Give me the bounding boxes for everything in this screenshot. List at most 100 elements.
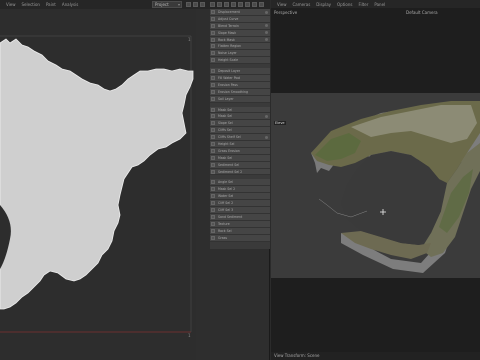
list-item[interactable]: Cliff Sel 3 bbox=[210, 207, 270, 214]
checkbox-icon[interactable] bbox=[211, 148, 215, 153]
list-item[interactable]: Sediment Sel 2 bbox=[210, 168, 270, 176]
list-item[interactable]: Water Sel bbox=[210, 193, 270, 201]
checkbox-icon[interactable] bbox=[211, 58, 215, 63]
list-item[interactable]: Height Sel bbox=[210, 141, 270, 148]
list-item[interactable]: Flatten Region bbox=[210, 43, 270, 51]
visibility-icon[interactable] bbox=[265, 10, 268, 14]
list-item[interactable]: Rock Sel bbox=[210, 227, 270, 235]
list-item[interactable]: Grass bbox=[210, 234, 270, 242]
checkbox-icon[interactable] bbox=[211, 155, 215, 160]
list-item[interactable]: Height Scale bbox=[210, 57, 270, 65]
list-item[interactable]: Mask Sel bbox=[210, 113, 270, 121]
checkbox-icon[interactable] bbox=[211, 187, 215, 192]
viewport-menu-filter[interactable]: Filter bbox=[355, 2, 371, 7]
checkbox-icon[interactable] bbox=[211, 228, 215, 233]
checkbox-icon[interactable] bbox=[211, 201, 215, 206]
list-item[interactable]: Rock Mask bbox=[210, 36, 270, 44]
perspective-label[interactable]: Perspective bbox=[274, 10, 297, 15]
viewport-menu-display[interactable]: Display bbox=[313, 2, 334, 7]
checkbox-icon[interactable] bbox=[211, 76, 215, 81]
list-item[interactable]: Mask Sel bbox=[210, 106, 270, 114]
list-item[interactable]: Angle Sel bbox=[210, 179, 270, 187]
list-item[interactable]: Cliffs Shelf Sel bbox=[210, 134, 270, 142]
list-item[interactable]: Soil Layer bbox=[210, 95, 270, 103]
checkbox-icon[interactable] bbox=[211, 96, 215, 101]
grid-icon[interactable] bbox=[186, 2, 191, 7]
checkbox-icon[interactable] bbox=[211, 235, 215, 240]
checkbox-icon[interactable] bbox=[211, 10, 215, 14]
checkbox-icon[interactable] bbox=[211, 23, 215, 28]
checkbox-icon[interactable] bbox=[211, 142, 215, 147]
menu-view[interactable]: View bbox=[3, 2, 19, 7]
camera-label[interactable]: Default Camera bbox=[406, 10, 438, 15]
visibility-icon[interactable] bbox=[265, 31, 268, 35]
list-item[interactable]: Cliff Sel 2 bbox=[210, 200, 270, 208]
checkbox-icon[interactable] bbox=[211, 16, 215, 21]
viewport-menu-panel[interactable]: Panel bbox=[371, 2, 388, 7]
list-item[interactable]: Noise Layer bbox=[210, 50, 270, 58]
checkbox-icon[interactable] bbox=[211, 114, 215, 119]
checkbox-icon[interactable] bbox=[211, 121, 215, 126]
folder-icon[interactable] bbox=[231, 2, 236, 7]
app-window: View Selection Paint Analysis Project ▾ bbox=[0, 0, 480, 360]
viewport-menu-cameras[interactable]: Cameras bbox=[290, 2, 314, 7]
checkbox-icon[interactable] bbox=[211, 82, 215, 87]
viewport-header: Perspective Default Camera bbox=[271, 8, 480, 16]
list-item[interactable]: Blend Terrain bbox=[210, 22, 270, 30]
checkbox-icon[interactable] bbox=[211, 107, 215, 112]
project-dropdown[interactable]: Project ▾ bbox=[152, 1, 182, 8]
checkbox-icon[interactable] bbox=[211, 37, 215, 42]
list-item[interactable]: Mask Sel bbox=[210, 154, 270, 162]
visibility-icon[interactable] bbox=[265, 135, 268, 139]
viewport-menu-options[interactable]: Options bbox=[334, 2, 355, 7]
list-item[interactable]: Displacement bbox=[210, 9, 270, 16]
menu-analysis[interactable]: Analysis bbox=[59, 2, 81, 7]
list-item[interactable]: Erosion Smoothing bbox=[210, 88, 270, 96]
axis-bottom-label: 1 bbox=[188, 333, 191, 338]
lock-icon[interactable] bbox=[245, 2, 250, 7]
mask-canvas[interactable]: 1 1 bbox=[0, 9, 196, 360]
checkbox-icon[interactable] bbox=[211, 51, 215, 56]
list-item[interactable]: Deposit Layer bbox=[210, 68, 270, 76]
checkbox-icon[interactable] bbox=[211, 180, 215, 185]
list-item[interactable]: Adjust Curve bbox=[210, 15, 270, 23]
viewport-menu-view[interactable]: View bbox=[274, 2, 290, 7]
visibility-icon[interactable] bbox=[265, 38, 268, 42]
visibility-icon[interactable] bbox=[265, 114, 268, 118]
duplicate-layer-icon[interactable] bbox=[224, 2, 229, 7]
list-item[interactable]: Slope Sel bbox=[210, 120, 270, 128]
checkbox-icon[interactable] bbox=[211, 162, 215, 167]
checkbox-icon[interactable] bbox=[211, 44, 215, 49]
terrain-scene[interactable] bbox=[271, 93, 480, 278]
list-item[interactable]: Slope Mask bbox=[210, 29, 270, 37]
checkbox-icon[interactable] bbox=[211, 214, 215, 219]
checkbox-icon[interactable] bbox=[211, 135, 215, 140]
eye-icon[interactable] bbox=[238, 2, 243, 7]
checkbox-icon[interactable] bbox=[211, 69, 215, 74]
visibility-icon[interactable] bbox=[265, 24, 268, 28]
checkbox-icon[interactable] bbox=[211, 221, 215, 226]
list-item[interactable]: Mask Sel 2 bbox=[210, 186, 270, 194]
menu-icon[interactable] bbox=[259, 2, 264, 7]
checkbox-icon[interactable] bbox=[211, 89, 215, 94]
list-item[interactable]: Erosion Pass bbox=[210, 81, 270, 89]
list-item[interactable]: Cliffs Sel bbox=[210, 127, 270, 135]
3d-viewport[interactable]: View Cameras Display Options Filter Pane… bbox=[271, 0, 480, 360]
remove-layer-icon[interactable] bbox=[217, 2, 222, 7]
list-item[interactable]: Sediment Sel bbox=[210, 161, 270, 169]
checkbox-icon[interactable] bbox=[211, 194, 215, 199]
list-item[interactable]: Texture bbox=[210, 220, 270, 228]
menu-paint[interactable]: Paint bbox=[43, 2, 59, 7]
link-icon[interactable] bbox=[252, 2, 257, 7]
list-item[interactable]: Fill Water Pool bbox=[210, 75, 270, 82]
checkbox-icon[interactable] bbox=[211, 128, 215, 133]
checkbox-icon[interactable] bbox=[211, 208, 215, 213]
checkbox-icon[interactable] bbox=[211, 30, 215, 35]
settings-icon[interactable] bbox=[200, 2, 205, 7]
list-item[interactable]: Grass Erosion bbox=[210, 147, 270, 155]
list-item[interactable]: Sand Sediment bbox=[210, 213, 270, 221]
checkbox-icon[interactable] bbox=[211, 169, 215, 174]
add-layer-icon[interactable] bbox=[210, 2, 215, 7]
menu-selection[interactable]: Selection bbox=[19, 2, 43, 7]
frame-icon[interactable] bbox=[193, 2, 198, 7]
